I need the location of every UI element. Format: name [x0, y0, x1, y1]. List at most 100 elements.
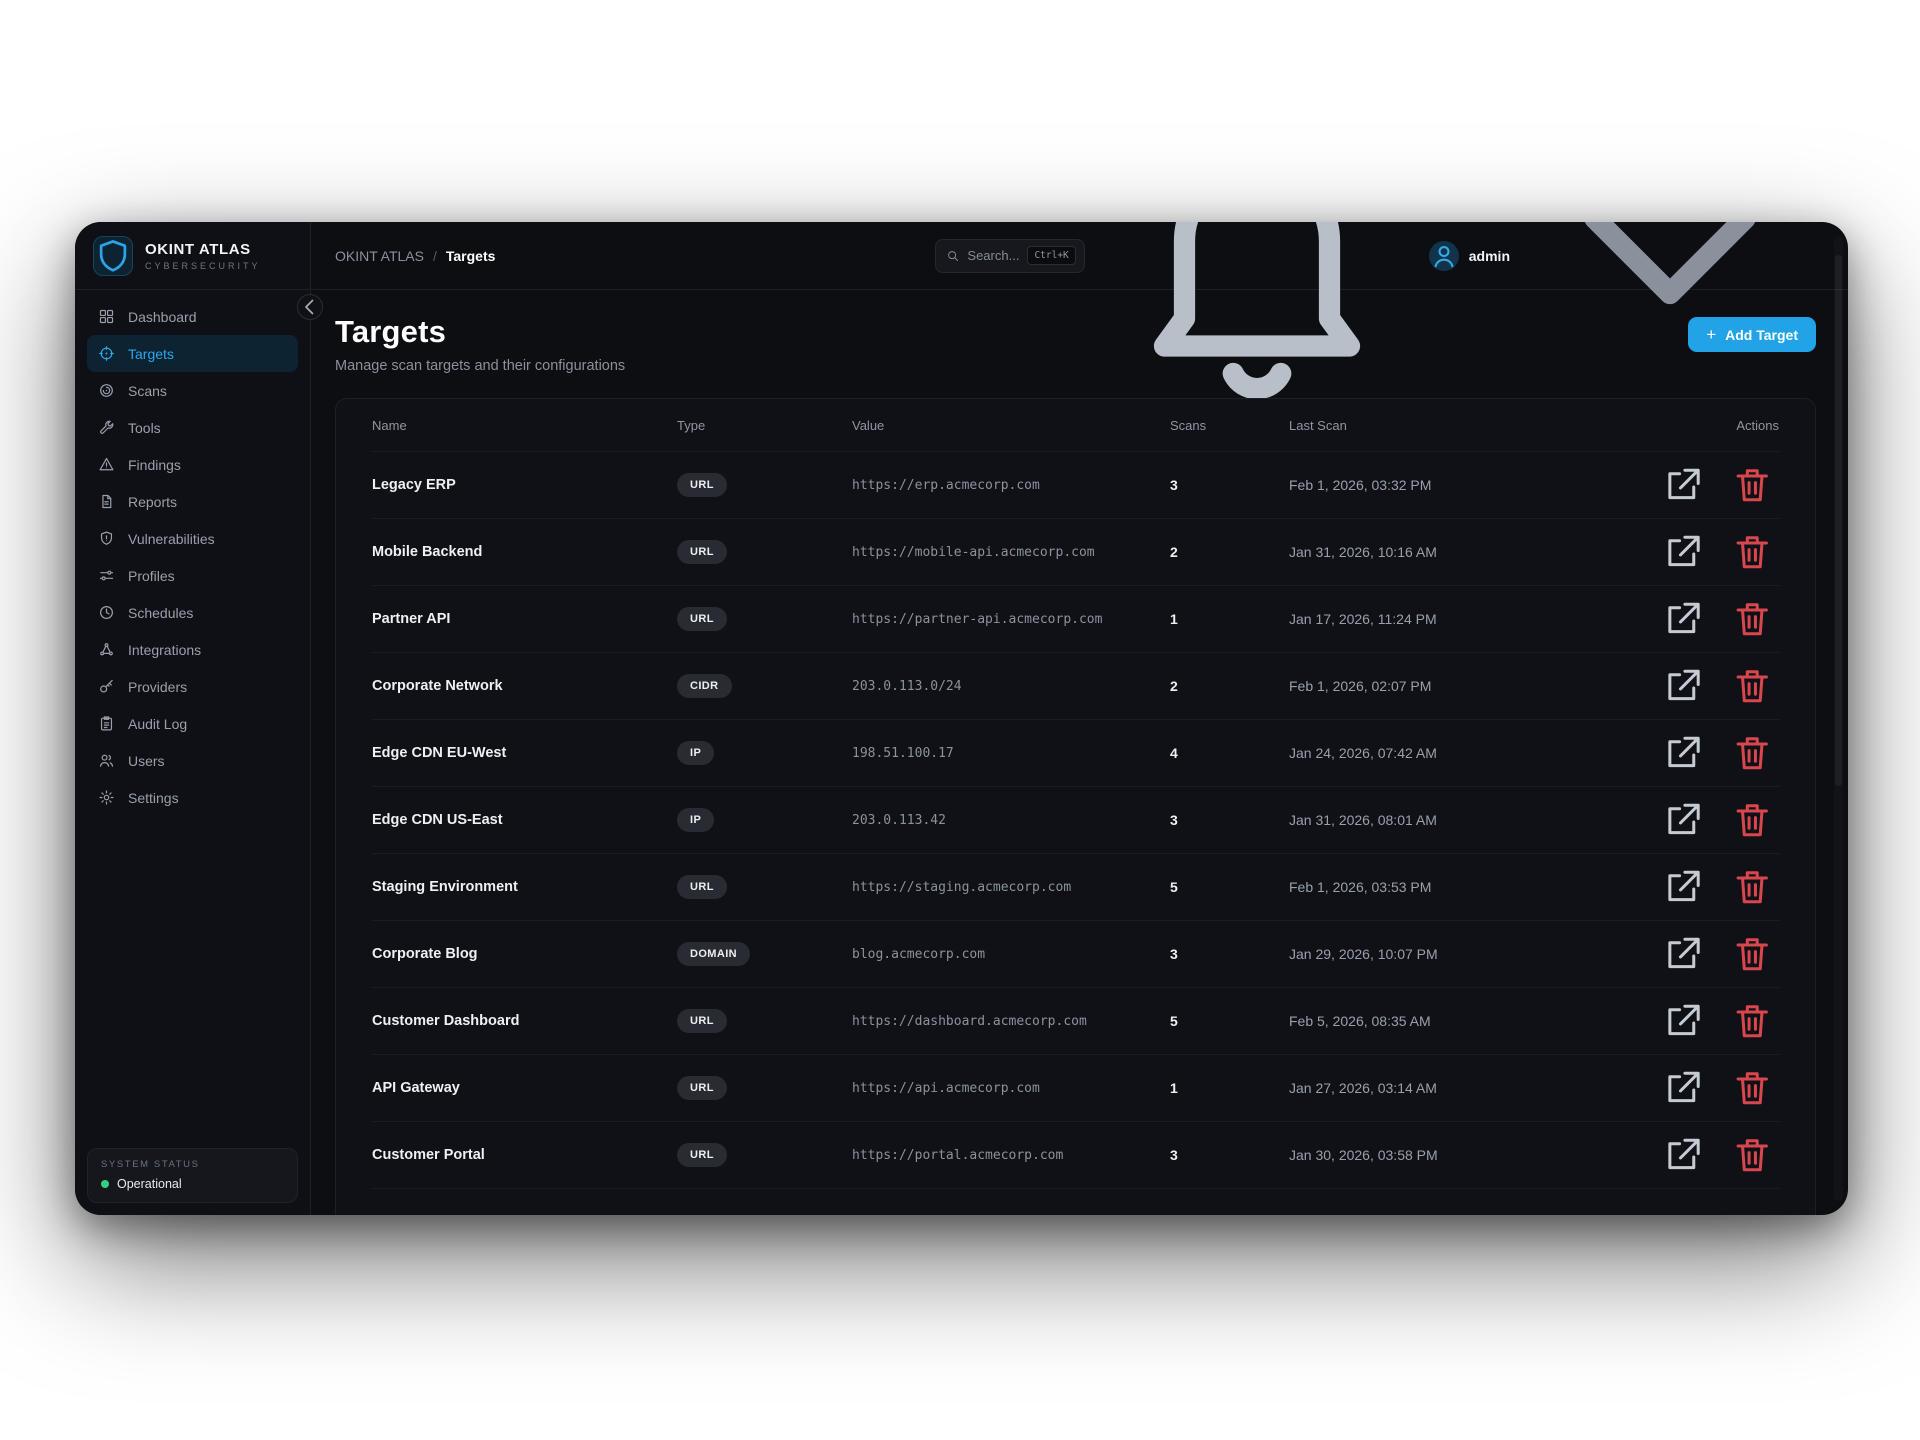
- breadcrumb-root[interactable]: OKINT ATLAS: [335, 248, 424, 264]
- table-row[interactable]: Customer Dashboard URL https://dashboard…: [372, 987, 1779, 1054]
- sidebar-item-targets[interactable]: Targets: [87, 335, 298, 372]
- delete-target-button[interactable]: [1731, 933, 1774, 976]
- trash-icon: [1731, 598, 1774, 641]
- sidebar-item-label: Dashboard: [128, 308, 197, 325]
- plus-icon: +: [1706, 324, 1717, 344]
- sidebar-item-label: Profiles: [128, 567, 175, 584]
- wrench-icon: [98, 419, 115, 436]
- table-row[interactable]: Edge CDN US-East IP 203.0.113.42 3 Jan 3…: [372, 786, 1779, 853]
- partial-next-row: [372, 1188, 1779, 1215]
- sidebar-item-audit-log[interactable]: Audit Log: [87, 705, 298, 742]
- topbar: OKINT ATLAS / Targets Search... Ctrl+K a…: [311, 222, 1848, 399]
- table-row[interactable]: Corporate Blog DOMAIN blog.acmecorp.com …: [372, 920, 1779, 987]
- table-row[interactable]: Customer Portal URL https://portal.acmec…: [372, 1121, 1779, 1188]
- type-badge: URL: [677, 1076, 727, 1100]
- dashboard-icon: [98, 308, 115, 325]
- sidebar-item-vulnerabilities[interactable]: Vulnerabilities: [87, 520, 298, 557]
- system-status-value: Operational: [117, 1177, 182, 1191]
- avatar: [1428, 240, 1459, 271]
- scrollbar-thumb[interactable]: [1835, 255, 1842, 787]
- app-window: OKINT ATLAS CYBERSECURITY Dashboard Targ…: [75, 222, 1848, 1215]
- sidebar-item-label: Findings: [128, 456, 181, 473]
- column-header-last-scan: Last Scan: [1289, 417, 1347, 433]
- type-badge: URL: [677, 473, 727, 497]
- open-target-button[interactable]: [1661, 933, 1704, 976]
- trash-icon: [1731, 665, 1774, 708]
- sidebar-item-label: Targets: [128, 345, 174, 362]
- table-row[interactable]: Legacy ERP URL https://erp.acmecorp.com …: [372, 451, 1779, 518]
- delete-target-button[interactable]: [1731, 732, 1774, 775]
- trash-icon: [1731, 1067, 1774, 1110]
- trash-icon: [1731, 531, 1774, 574]
- open-target-button[interactable]: [1661, 866, 1704, 909]
- delete-target-button[interactable]: [1731, 866, 1774, 909]
- external-link-icon: [1661, 665, 1704, 708]
- warning-triangle-icon: [98, 456, 115, 473]
- external-link-icon: [1661, 1000, 1704, 1043]
- type-badge: URL: [677, 540, 727, 564]
- open-target-button[interactable]: [1661, 1067, 1704, 1110]
- brand-header: OKINT ATLAS CYBERSECURITY: [75, 222, 310, 290]
- sidebar-item-label: Scans: [128, 382, 167, 399]
- delete-target-button[interactable]: [1731, 464, 1774, 507]
- sidebar-item-profiles[interactable]: Profiles: [87, 557, 298, 594]
- delete-target-button[interactable]: [1731, 1000, 1774, 1043]
- sidebar-item-label: Settings: [128, 789, 179, 806]
- delete-target-button[interactable]: [1731, 1067, 1774, 1110]
- scrollbar-track[interactable]: [1834, 236, 1843, 1201]
- trash-icon: [1731, 799, 1774, 842]
- sidebar-item-integrations[interactable]: Integrations: [87, 631, 298, 668]
- open-target-button[interactable]: [1661, 1134, 1704, 1177]
- sidebar-item-tools[interactable]: Tools: [87, 409, 298, 446]
- shield-logo-icon: [93, 235, 133, 276]
- table-row[interactable]: Staging Environment URL https://staging.…: [372, 853, 1779, 920]
- open-target-button[interactable]: [1661, 665, 1704, 708]
- external-link-icon: [1661, 866, 1704, 909]
- sidebar-collapse-button[interactable]: [297, 294, 323, 320]
- delete-target-button[interactable]: [1731, 799, 1774, 842]
- sidebar-item-schedules[interactable]: Schedules: [87, 594, 298, 631]
- sidebar-item-settings[interactable]: Settings: [87, 779, 298, 816]
- sidebar-item-providers[interactable]: Providers: [87, 668, 298, 705]
- search-input[interactable]: Search... Ctrl+K: [934, 238, 1085, 273]
- table-header-row: Name Type Value Scans Last Scan Actions: [372, 399, 1779, 451]
- open-target-button[interactable]: [1661, 531, 1704, 574]
- trash-icon: [1731, 866, 1774, 909]
- sidebar-item-label: Reports: [128, 493, 178, 510]
- clipboard-icon: [98, 715, 115, 732]
- shield-alert-icon: [98, 530, 115, 547]
- delete-target-button[interactable]: [1731, 1134, 1774, 1177]
- open-target-button[interactable]: [1661, 464, 1704, 507]
- type-badge: URL: [677, 1009, 727, 1033]
- table-row[interactable]: API Gateway URL https://api.acmecorp.com…: [372, 1054, 1779, 1121]
- sidebar-item-findings[interactable]: Findings: [87, 446, 298, 483]
- delete-target-button[interactable]: [1731, 531, 1774, 574]
- open-target-button[interactable]: [1661, 732, 1704, 775]
- open-target-button[interactable]: [1661, 598, 1704, 641]
- sidebar-item-users[interactable]: Users: [87, 742, 298, 779]
- sidebar-item-label: Tools: [128, 419, 161, 436]
- chevron-left-icon: [298, 295, 322, 319]
- type-badge: URL: [677, 875, 727, 899]
- sidebar-item-dashboard[interactable]: Dashboard: [87, 298, 298, 335]
- table-row[interactable]: Corporate Network CIDR 203.0.113.0/24 2 …: [372, 652, 1779, 719]
- external-link-icon: [1661, 799, 1704, 842]
- table-row[interactable]: Partner API URL https://partner-api.acme…: [372, 585, 1779, 652]
- external-link-icon: [1661, 933, 1704, 976]
- delete-target-button[interactable]: [1731, 665, 1774, 708]
- sidebar-item-scans[interactable]: Scans: [87, 372, 298, 409]
- targets-table-card: Name Type Value Scans Last Scan Actions …: [335, 398, 1816, 1215]
- open-target-button[interactable]: [1661, 1000, 1704, 1043]
- table-row[interactable]: Mobile Backend URL https://mobile-api.ac…: [372, 518, 1779, 585]
- add-target-button[interactable]: + Add Target: [1688, 317, 1816, 352]
- open-target-button[interactable]: [1661, 799, 1704, 842]
- main-area: OKINT ATLAS / Targets Search... Ctrl+K a…: [311, 222, 1848, 1215]
- sidebar-item-reports[interactable]: Reports: [87, 483, 298, 520]
- nodes-icon: [98, 641, 115, 658]
- type-badge: CIDR: [677, 674, 732, 698]
- type-badge: IP: [677, 741, 715, 765]
- delete-target-button[interactable]: [1731, 598, 1774, 641]
- external-link-icon: [1661, 732, 1704, 775]
- table-row[interactable]: Edge CDN EU-West IP 198.51.100.17 4 Jan …: [372, 719, 1779, 786]
